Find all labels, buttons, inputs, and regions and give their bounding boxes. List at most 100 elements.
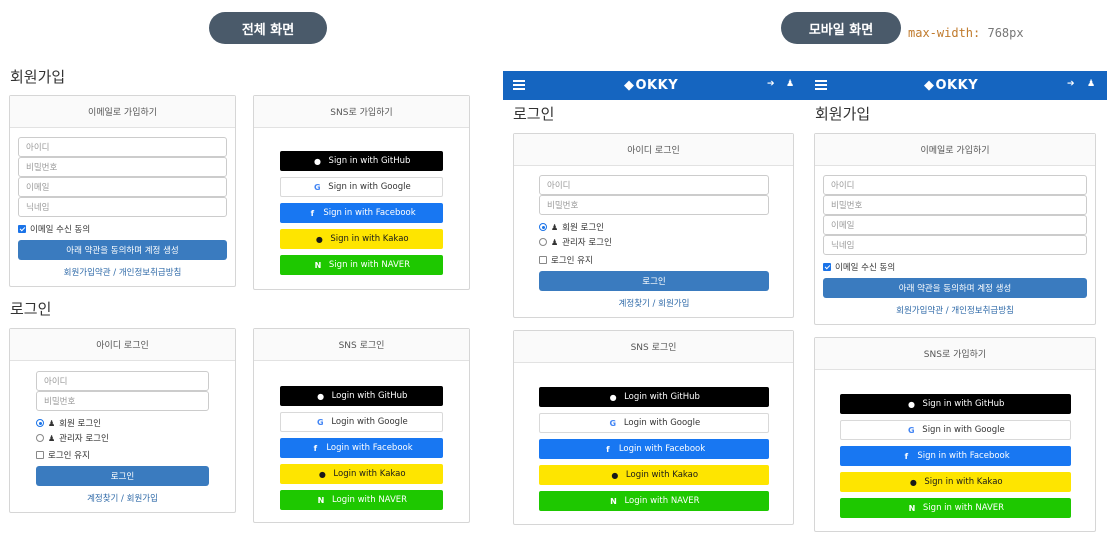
kakao-icon: ● [315,234,323,244]
mobile-keep-login-checkbox[interactable] [539,256,547,264]
mobile-email-consent-label: 이메일 수신 동의 [835,263,896,273]
mobile-navbar-signup: ◆ OKKY ➔ ♟ [805,71,1107,100]
mobile-login-button[interactable]: 로그인 [539,271,769,291]
login-password-input[interactable]: 비밀번호 [36,391,209,411]
mobile-kakao-signin-button[interactable]: ● Sign in with Kakao [840,472,1071,492]
keep-login-label: 로그인 유지 [48,451,90,461]
password-input[interactable]: 비밀번호 [18,157,227,177]
naver-login-label: Login with NAVER [331,495,408,505]
sns-login-header: SNS 로그인 [254,329,469,361]
mobile-terms-link[interactable]: 회원가입약관 / 개인정보취급방침 [823,304,1087,316]
google-signin-button[interactable]: G Sign in with Google [280,177,443,197]
terms-link[interactable]: 회원가입약관 / 개인정보취급방침 [18,266,227,278]
mobile-google-login-button[interactable]: G Login with Google [539,413,769,433]
mobile-login-title: 로그인 [513,105,555,123]
mobile-nickname-input[interactable]: 닉네임 [823,235,1087,255]
mq-value: 768px [980,26,1024,40]
find-account-link[interactable]: 계정찾기 / 회원가입 [36,492,209,504]
mobile-naver-signin-button[interactable]: N Sign in with NAVER [840,498,1071,518]
email-consent-row[interactable]: 이메일 수신 동의 [18,223,90,235]
mobile-kakao-login-label: Login with Kakao [625,470,699,480]
mobile-admin-login-radio[interactable] [539,238,547,246]
kakao-signin-button[interactable]: ● Sign in with Kakao [280,229,443,249]
mobile-github-login-label: Login with GitHub [624,392,700,402]
mobile-member-login-row[interactable]: ♟ 회원 로그인 [539,221,604,233]
admin-login-radio[interactable] [36,434,44,442]
member-login-label: 회원 로그인 [59,419,101,429]
github-login-button[interactable]: ● Login with GitHub [280,386,443,406]
keep-login-checkbox[interactable] [36,451,44,459]
mobile-facebook-login-button[interactable]: f Login with Facebook [539,439,769,459]
user-icon[interactable]: ♟ [1087,79,1095,89]
email-consent-label: 이메일 수신 동의 [30,225,91,235]
mobile-sns-login-panel: SNS 로그인 ● Login with GitHub G Login with G… [513,330,794,525]
mobile-find-account-link[interactable]: 계정찾기 / 회원가입 [539,297,769,309]
login-button[interactable]: 로그인 [36,466,209,486]
mobile-view-label: 모바일 화면 [781,12,901,44]
google-login-button[interactable]: G Login with Google [280,412,443,432]
facebook-icon: f [606,444,610,454]
email-input[interactable]: 이메일 [18,177,227,197]
menu-icon[interactable] [513,80,525,90]
nickname-input[interactable]: 닉네임 [18,197,227,217]
mobile-login-id-input[interactable]: 아이디 [539,175,769,195]
mobile-facebook-login-label: Login with Facebook [618,444,706,454]
id-login-panel: 아이디 로그인 아이디 비밀번호 ♟ 회원 로그인 ♟ 관리자 로그인 로그인 … [9,328,236,513]
mobile-login-password-input[interactable]: 비밀번호 [539,195,769,215]
okky-logo[interactable]: ◆ OKKY [624,78,678,93]
member-login-radio[interactable] [36,419,44,427]
sns-login-panel: SNS 로그인 ● Login with GitHub G Login with G… [253,328,470,523]
mobile-naver-signin-label: Sign in with NAVER [922,503,1005,513]
mobile-sns-signup-panel: SNS로 가입하기 ● Sign in with GitHub G Sign in … [814,337,1096,532]
mobile-naver-login-button[interactable]: N Login with NAVER [539,491,769,511]
mobile-kakao-login-button[interactable]: ● Login with Kakao [539,465,769,485]
id-input[interactable]: 아이디 [18,137,227,157]
mobile-email-input[interactable]: 이메일 [823,215,1087,235]
mobile-email-consent-checkbox[interactable] [823,263,831,271]
user-icon: ♟ [551,222,559,232]
admin-icon: ♟ [48,433,56,443]
facebook-signin-label: Sign in with Facebook [323,208,416,218]
mobile-id-input[interactable]: 아이디 [823,175,1087,195]
menu-icon[interactable] [815,80,827,90]
mobile-create-account-button[interactable]: 아래 약관을 동의하며 계정 생성 [823,278,1087,298]
login-id-input[interactable]: 아이디 [36,371,209,391]
user-icon[interactable]: ♟ [786,79,794,89]
login-title: 로그인 [10,300,52,318]
naver-signin-label: Sign in with NAVER [328,260,411,270]
mobile-facebook-signin-button[interactable]: f Sign in with Facebook [840,446,1071,466]
facebook-login-label: Login with Facebook [326,443,413,453]
okky-logo-text: OKKY [635,78,679,93]
member-login-row[interactable]: ♟ 회원 로그인 [36,417,101,429]
mobile-email-consent-row[interactable]: 이메일 수신 동의 [823,261,895,273]
mobile-google-signin-label: Sign in with Google [922,425,1005,435]
naver-signin-button[interactable]: N Sign in with NAVER [280,255,443,275]
mobile-admin-login-label: 관리자 로그인 [562,238,612,248]
kakao-login-button[interactable]: ● Login with Kakao [280,464,443,484]
naver-icon: N [610,496,617,506]
admin-login-row[interactable]: ♟ 관리자 로그인 [36,432,109,444]
email-consent-checkbox[interactable] [18,225,26,233]
login-icon[interactable]: ➔ [1067,79,1075,89]
create-account-button[interactable]: 아래 약관을 동의하며 계정 생성 [18,240,227,260]
kakao-icon: ● [318,469,326,479]
kakao-icon: ● [909,477,917,487]
okky-logo[interactable]: ◆ OKKY [924,78,978,93]
mobile-member-login-radio[interactable] [539,223,547,231]
naver-login-button[interactable]: N Login with NAVER [280,490,443,510]
keep-login-row[interactable]: 로그인 유지 [36,449,90,461]
github-login-label: Login with GitHub [331,391,408,401]
facebook-signin-button[interactable]: f Sign in with Facebook [280,203,443,223]
google-signin-label: Sign in with Google [328,182,411,192]
mobile-kakao-signin-label: Sign in with Kakao [924,477,1003,487]
email-signup-header: 이메일로 가입하기 [10,96,235,128]
facebook-login-button[interactable]: f Login with Facebook [280,438,443,458]
mobile-github-login-button[interactable]: ● Login with GitHub [539,387,769,407]
github-signin-button[interactable]: ● Sign in with GitHub [280,151,443,171]
mobile-google-signin-button[interactable]: G Sign in with Google [840,420,1071,440]
mobile-keep-login-row[interactable]: 로그인 유지 [539,254,593,266]
login-icon[interactable]: ➔ [767,79,775,89]
mobile-github-signin-button[interactable]: ● Sign in with GitHub [840,394,1071,414]
mobile-password-input[interactable]: 비밀번호 [823,195,1087,215]
mobile-admin-login-row[interactable]: ♟ 관리자 로그인 [539,236,612,248]
